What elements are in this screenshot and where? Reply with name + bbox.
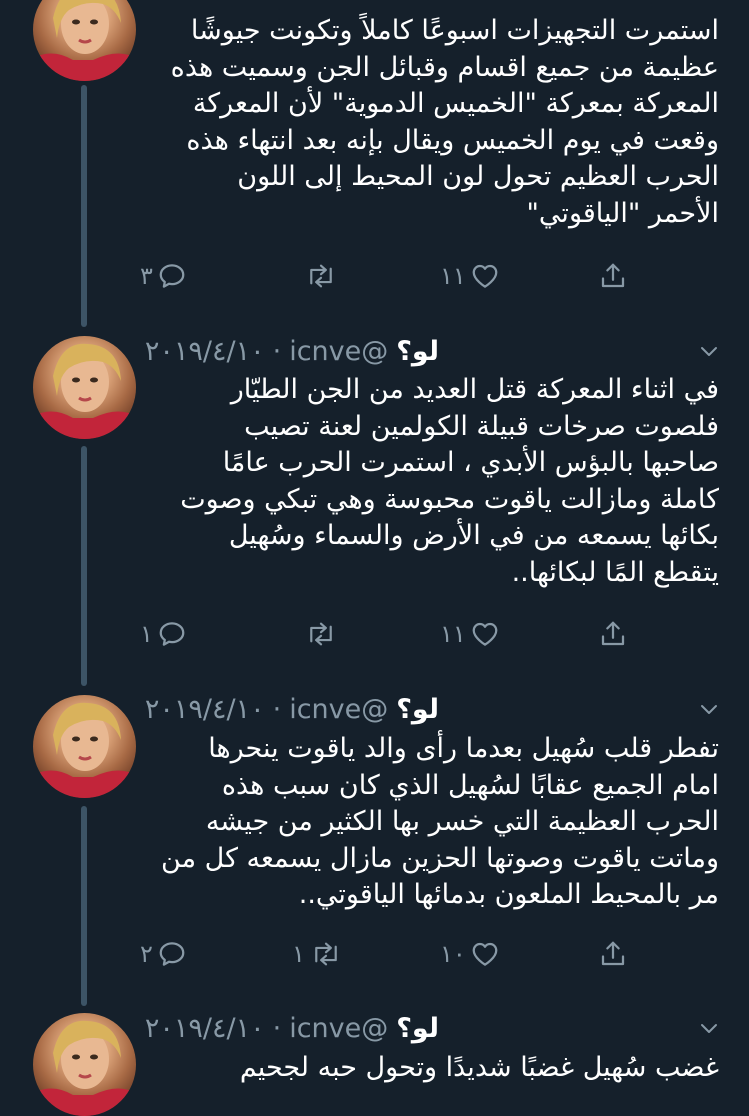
avatar[interactable]: [33, 1013, 136, 1116]
separator: ·: [272, 1012, 282, 1044]
display-name[interactable]: لو؟: [396, 1013, 439, 1044]
tweet-date[interactable]: ٢٠١٩/٤/١٠: [145, 1013, 265, 1044]
tweet-text: غضب سُهيل غضبًا شديدًا وتحول حبه لجحيم: [239, 1052, 719, 1083]
user-handle[interactable]: @icnve: [289, 1013, 388, 1044]
chevron-down-icon[interactable]: [699, 1018, 719, 1038]
tweet[interactable]: لو؟ @icnve · ٢٠١٩/٤/١٠ غضب سُهيل غضبًا ش…: [0, 0, 749, 1116]
tweet-header: لو؟ @icnve · ٢٠١٩/٤/١٠: [145, 1008, 439, 1048]
